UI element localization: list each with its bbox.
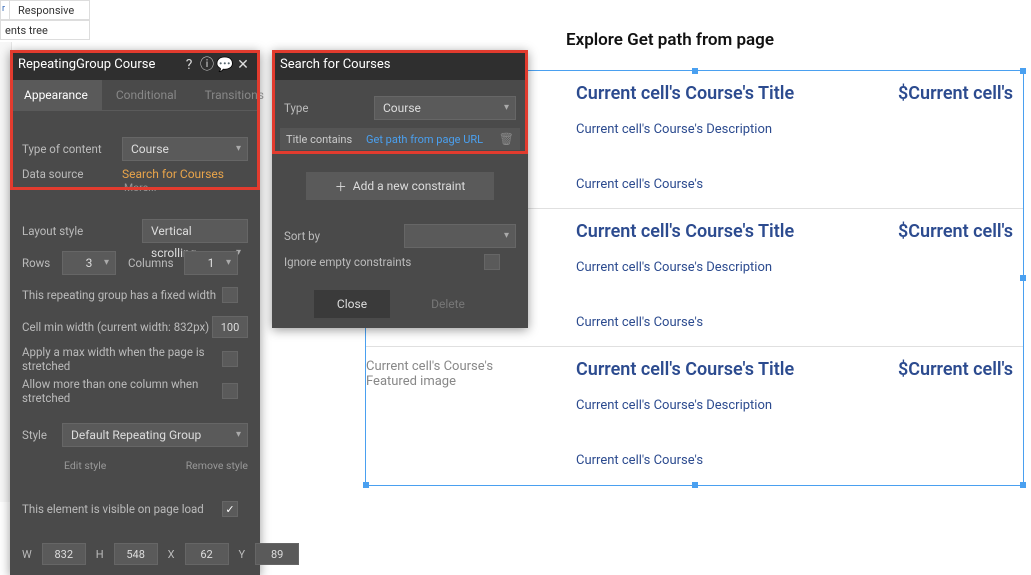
more-column-checkbox[interactable] <box>222 383 238 399</box>
search-panel[interactable]: Search for Courses Type Course Title con… <box>272 50 528 328</box>
layout-style-label: Layout style <box>22 224 142 238</box>
x-input[interactable] <box>185 543 229 565</box>
info-icon[interactable]: ⓘ <box>198 50 216 80</box>
w-input[interactable] <box>42 543 86 565</box>
data-source-value[interactable]: Search for Courses <box>122 167 248 181</box>
help-icon[interactable]: ? <box>180 50 198 80</box>
x-label: X <box>168 548 175 561</box>
cell-subtext[interactable]: Current cell's Course's <box>576 177 1013 192</box>
ignore-empty-label: Ignore empty constraints <box>284 255 484 269</box>
title-contains-value[interactable]: Get path from page URL <box>366 133 493 146</box>
trash-icon[interactable]: 🗑 <box>499 132 514 146</box>
cell-subtext[interactable]: Current cell's Course's <box>576 453 1013 468</box>
cell-price[interactable]: $Current cell's <box>898 221 1013 242</box>
cell-featured-image[interactable]: Current cell's Course's Featured image <box>366 359 546 389</box>
style-select[interactable]: Default Repeating Group <box>62 423 248 447</box>
cell-min-width-input[interactable] <box>212 316 248 338</box>
delete-button[interactable]: Delete <box>410 290 486 318</box>
elements-tree-panel[interactable]: ents tree <box>0 20 90 40</box>
type-select[interactable]: Course <box>374 96 516 120</box>
cell-description[interactable]: Current cell's Course's Description <box>576 398 1013 413</box>
add-constraint-button[interactable]: ＋ Add a new constraint <box>306 172 494 200</box>
close-icon[interactable]: ✕ <box>234 50 252 80</box>
remove-style-link[interactable]: Remove style <box>184 459 248 472</box>
columns-select[interactable]: 1 <box>184 251 238 275</box>
type-of-content-select[interactable]: Course <box>122 137 248 161</box>
geometry-bar: W H X Y <box>10 537 260 575</box>
plus-icon: ＋ <box>335 178 347 195</box>
h-input[interactable] <box>114 543 158 565</box>
fixed-width-label: This repeating group has a fixed width <box>22 288 222 302</box>
tab-fragment[interactable]: r <box>1 1 9 19</box>
property-editor-panel[interactable]: RepeatingGroup Course ? ⓘ 💬 ✕ Appearance… <box>10 50 260 575</box>
edit-style-link[interactable]: Edit style <box>62 459 184 472</box>
cell-description[interactable]: Current cell's Course's Description <box>576 260 1013 275</box>
title-contains-label: Title contains <box>286 133 366 146</box>
ignore-empty-checkbox[interactable] <box>484 254 500 270</box>
visible-on-load-label: This element is visible on page load <box>22 502 222 516</box>
close-button[interactable]: Close <box>314 290 390 318</box>
panel-titlebar[interactable]: Search for Courses <box>272 50 528 80</box>
layout-style-select[interactable]: Vertical scrolling <box>142 219 248 243</box>
comment-icon[interactable]: 💬 <box>216 50 234 80</box>
fixed-width-checkbox[interactable] <box>222 287 238 303</box>
sort-by-select[interactable] <box>404 224 516 248</box>
sort-by-label: Sort by <box>284 229 404 243</box>
w-label: W <box>22 548 32 561</box>
rg-cell[interactable]: Current cell's Course's Featured image C… <box>366 347 1023 485</box>
max-width-label: Apply a max width when the page is stret… <box>22 345 222 373</box>
cell-min-width-label: Cell min width (current width: 832px) <box>22 320 212 334</box>
panel-title: Search for Courses <box>280 50 520 80</box>
h-label: H <box>96 548 104 561</box>
tab-appearance[interactable]: Appearance <box>10 80 102 110</box>
y-label: Y <box>239 548 246 561</box>
cell-price[interactable]: $Current cell's <box>898 83 1013 104</box>
tab-transitions[interactable]: Transitions <box>191 80 278 110</box>
data-source-more[interactable]: More... <box>122 181 248 194</box>
panel-tabs: Appearance Conditional Transitions <box>10 80 260 111</box>
tab-responsive[interactable]: Responsive <box>9 1 82 19</box>
top-tab-strip: r Responsive <box>0 0 90 20</box>
visible-on-load-checkbox[interactable]: ✓ <box>222 501 238 517</box>
y-input[interactable] <box>255 543 299 565</box>
data-source-label: Data source <box>22 167 122 181</box>
more-column-label: Allow more than one column when stretche… <box>22 377 222 405</box>
max-width-checkbox[interactable] <box>222 351 238 367</box>
panel-titlebar[interactable]: RepeatingGroup Course ? ⓘ 💬 ✕ <box>10 50 260 80</box>
type-label: Type <box>284 101 374 115</box>
cell-price[interactable]: $Current cell's <box>898 359 1013 380</box>
tab-conditional[interactable]: Conditional <box>102 80 191 110</box>
add-constraint-label: Add a new constraint <box>353 179 466 193</box>
page-title: Explore Get path from page <box>320 30 1020 50</box>
style-label: Style <box>22 428 62 442</box>
cell-subtext[interactable]: Current cell's Course's <box>576 315 1013 330</box>
type-of-content-label: Type of content <box>22 142 122 156</box>
rows-select[interactable]: 3 <box>62 251 116 275</box>
cell-description[interactable]: Current cell's Course's Description <box>576 122 1013 137</box>
panel-title: RepeatingGroup Course <box>18 50 180 80</box>
rows-label: Rows <box>22 256 62 270</box>
